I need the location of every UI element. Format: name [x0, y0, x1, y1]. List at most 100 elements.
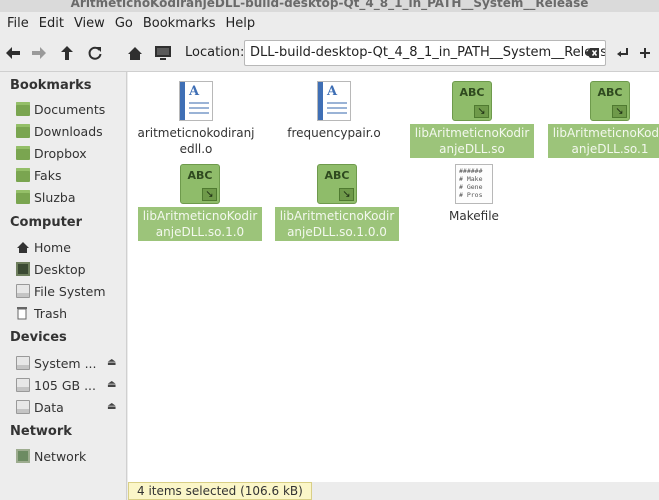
- sidebar-item-sluzba[interactable]: Sluzba: [16, 188, 76, 206]
- file-name: aritmeticnokodiranjedll.o: [137, 126, 255, 156]
- sidebar-item-label: Network: [34, 448, 87, 464]
- menu-edit[interactable]: Edit: [34, 16, 69, 31]
- sidebar-item-file-system[interactable]: File System: [16, 282, 106, 300]
- location-input[interactable]: DLL-build-desktop-Qt_4_8_1_in_PATH__Syst…: [244, 40, 606, 66]
- file-name: libAritmeticnoKodiranjeDLL.so.1: [548, 124, 659, 158]
- computer-icon: [155, 46, 171, 60]
- object-file-icon: A: [176, 81, 216, 121]
- sidebar-item-desktop[interactable]: Desktop: [16, 260, 86, 278]
- toggle-path-icon: [617, 48, 628, 57]
- sidebar-item-label: 105 GB ...: [34, 377, 96, 393]
- file-item[interactable]: ###### # Make # Gene # Pros Makefile: [412, 164, 536, 225]
- folder-icon: [16, 168, 30, 182]
- library-file-icon: ABC ↘: [180, 164, 220, 204]
- library-file-icon: ABC ↘: [317, 164, 357, 204]
- sidebar-item-data[interactable]: Data: [16, 398, 64, 416]
- home-icon: [16, 240, 30, 254]
- makefile-icon: ###### # Make # Gene # Pros: [454, 164, 494, 204]
- network-icon: [16, 449, 30, 463]
- up-button[interactable]: [56, 42, 78, 64]
- drive-icon: [16, 284, 30, 298]
- file-name: libAritmeticnoKodiranjeDLL.so.1.0: [138, 207, 262, 241]
- sidebar-item-label: System ...: [34, 355, 97, 371]
- folder-icon: [16, 146, 30, 160]
- file-name: Makefile: [449, 209, 499, 223]
- file-item[interactable]: A aritmeticnokodiranjedll.o: [134, 81, 258, 158]
- clear-location-icon[interactable]: [586, 47, 600, 59]
- drive-icon: [16, 356, 30, 370]
- location-label: Location:: [185, 45, 245, 60]
- library-file-icon: ABC ↘: [590, 81, 630, 121]
- sidebar-heading-bookmarks: Bookmarks: [10, 78, 92, 93]
- location-value: DLL-build-desktop-Qt_4_8_1_in_PATH__Syst…: [250, 45, 606, 60]
- status-badge: 4 items selected (106.6 kB): [128, 482, 312, 500]
- file-item[interactable]: ABC ↘ libAritmeticnoKodiranjeDLL.so: [410, 81, 534, 158]
- eject-icon[interactable]: ⏏: [107, 357, 116, 368]
- sidebar-item-label: Documents: [34, 101, 106, 117]
- sidebar-heading-network: Network: [10, 424, 72, 439]
- desktop-icon: [16, 262, 30, 276]
- sidebar: Bookmarks Documents Downloads Dropbox Fa…: [0, 72, 127, 500]
- folder-icon: [16, 190, 30, 204]
- menu-go[interactable]: Go: [110, 16, 138, 31]
- window-titlebar[interactable]: AritmeticnoKodiranjeDLL-build-desktop-Qt…: [0, 0, 659, 12]
- menu-bookmarks[interactable]: Bookmarks: [138, 16, 221, 31]
- sidebar-item-label: File System: [34, 283, 106, 299]
- trash-icon: [16, 306, 30, 320]
- file-item[interactable]: ABC ↘ libAritmeticnoKodiranjeDLL.so.1: [548, 81, 659, 158]
- sidebar-item-downloads[interactable]: Downloads: [16, 122, 103, 140]
- sidebar-item-system[interactable]: System ...: [16, 354, 97, 372]
- eject-icon[interactable]: ⏏: [107, 401, 116, 412]
- computer-button[interactable]: [152, 42, 174, 64]
- library-file-icon: ABC ↘: [452, 81, 492, 121]
- reload-icon: [88, 46, 102, 60]
- file-item[interactable]: ABC ↘ libAritmeticnoKodiranjeDLL.so.1.0: [138, 164, 262, 241]
- pane-toggle-button[interactable]: [634, 42, 656, 64]
- sidebar-item-label: Faks: [34, 167, 62, 183]
- menubar: File Edit View Go Bookmarks Help: [0, 12, 659, 34]
- sidebar-item-label: Desktop: [34, 261, 86, 277]
- sidebar-item-label: Data: [34, 399, 64, 415]
- sidebar-item-105gb[interactable]: 105 GB ...: [16, 376, 96, 394]
- back-icon: [6, 47, 20, 59]
- back-button[interactable]: [2, 42, 24, 64]
- sidebar-heading-devices: Devices: [10, 330, 67, 345]
- object-file-icon: A: [314, 81, 354, 121]
- file-item[interactable]: A frequencypair.o: [272, 81, 396, 142]
- sidebar-item-documents[interactable]: Documents: [16, 100, 105, 118]
- folder-icon: [16, 124, 30, 138]
- drive-icon: [16, 400, 30, 414]
- file-item[interactable]: ABC ↘ libAritmeticnoKodiranjeDLL.so.1.0.0: [275, 164, 399, 241]
- sidebar-item-faks[interactable]: Faks: [16, 166, 61, 184]
- window-title: AritmeticnoKodiranjeDLL-build-desktop-Qt…: [70, 0, 589, 10]
- sidebar-item-label: Home: [34, 239, 71, 255]
- home-icon: [128, 46, 142, 60]
- sidebar-item-label: Trash: [34, 305, 68, 321]
- file-name: frequencypair.o: [287, 126, 381, 140]
- sidebar-heading-computer: Computer: [10, 215, 83, 230]
- toggle-path-button[interactable]: [612, 42, 634, 64]
- eject-icon[interactable]: ⏏: [107, 379, 116, 390]
- statusbar: 4 items selected (106.6 kB): [128, 482, 659, 500]
- sidebar-item-label: Downloads: [34, 123, 103, 139]
- sidebar-item-label: Sluzba: [34, 189, 76, 205]
- file-view[interactable]: A aritmeticnokodiranjedll.o A frequencyp…: [128, 72, 659, 482]
- forward-icon: [32, 47, 46, 59]
- folder-icon: [16, 102, 30, 116]
- reload-button[interactable]: [84, 42, 106, 64]
- up-icon: [61, 46, 73, 60]
- sidebar-item-label: Dropbox: [34, 145, 87, 161]
- home-button[interactable]: [124, 42, 146, 64]
- drive-icon: [16, 378, 30, 392]
- toolbar: Location: DLL-build-desktop-Qt_4_8_1_in_…: [0, 34, 659, 72]
- file-name: libAritmeticnoKodiranjeDLL.so.1.0.0: [275, 207, 399, 241]
- pane-toggle-icon: [640, 48, 650, 58]
- sidebar-item-home[interactable]: Home: [16, 238, 71, 256]
- menu-file[interactable]: File: [2, 16, 34, 31]
- sidebar-item-network[interactable]: Network: [16, 447, 86, 465]
- menu-help[interactable]: Help: [220, 16, 260, 31]
- sidebar-item-trash[interactable]: Trash: [16, 304, 67, 322]
- menu-view[interactable]: View: [69, 16, 110, 31]
- sidebar-item-dropbox[interactable]: Dropbox: [16, 144, 87, 162]
- forward-button[interactable]: [28, 42, 50, 64]
